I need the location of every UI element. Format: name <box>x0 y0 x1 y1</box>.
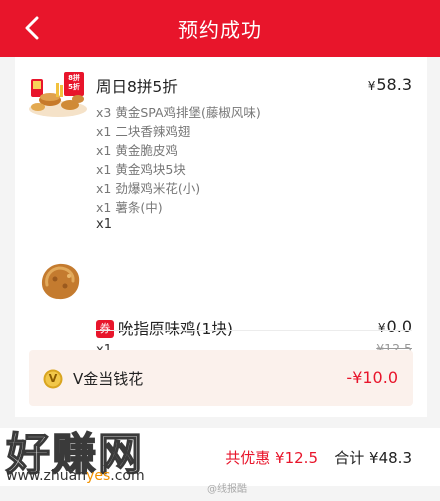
total-amount: 合计 ¥48.3 <box>334 449 412 467</box>
fried-chicken-image <box>37 259 83 303</box>
list-item: x1 二块香辣鸡翅 <box>96 124 191 139</box>
list-item: x1 劲爆鸡米花(小) <box>96 181 201 196</box>
watermark-weibo: @线报酷 <box>207 484 247 495</box>
currency-symbol: ¥ <box>377 321 386 335</box>
list-item: x1 黄金脆皮鸡 <box>96 143 178 158</box>
vgold-label: V金当钱花 <box>73 370 144 388</box>
vgold-discount-row[interactable]: V V金当钱花 -¥10.0 <box>29 350 413 406</box>
item-name: 吮指原味鸡(1块) <box>118 320 233 338</box>
order-item-chicken: 券吮指原味鸡(1块) ¥0.0 x1 ¥12.5 <box>15 247 427 358</box>
combo-contents-list: x3 黄金SPA鸡排堡(藤椒风味) x1 二块香辣鸡翅 x1 黄金脆皮鸡 x1 … <box>96 103 261 217</box>
price-value: 58.3 <box>376 75 412 94</box>
list-item: x1 薯条(中) <box>96 200 163 215</box>
list-item: x1 黄金鸡块5块 <box>96 162 186 177</box>
chevron-left-icon <box>25 16 39 40</box>
watermark-url: www.zhuanyes.com <box>6 468 145 484</box>
currency-symbol: ¥ <box>367 79 376 93</box>
list-item: x3 黄金SPA鸡排堡(藤椒风味) <box>96 105 261 120</box>
item-name-row: 券吮指原味鸡(1块) <box>96 317 233 339</box>
vgold-amount: -¥10.0 <box>346 368 398 387</box>
coupon-badge: 券 <box>96 320 114 338</box>
item-quantity: x1 <box>96 217 112 232</box>
vgold-coin-icon: V <box>43 369 63 389</box>
price-value: 0.0 <box>386 317 412 336</box>
item-name: 周日8拼5折 <box>96 78 178 96</box>
total-discount: 共优惠 ¥12.5 <box>225 449 318 467</box>
back-button[interactable] <box>18 14 46 42</box>
combo-image: 8拼 5折 <box>28 69 88 117</box>
item-price: ¥58.3 <box>368 75 412 94</box>
page-title: 预约成功 <box>178 18 262 42</box>
order-item-combo: 8拼 5折 周日8拼5折 ¥58.3 x3 黄金SPA鸡排堡(藤椒风味) x1 … <box>15 57 427 247</box>
item-price: ¥0.0 <box>378 317 412 336</box>
divider <box>96 330 412 331</box>
top-bar: 预约成功 <box>0 0 440 57</box>
coin-letter: V <box>48 372 58 385</box>
combo-badge-line1: 8拼 <box>68 74 80 82</box>
combo-badge-line2: 5折 <box>68 83 80 91</box>
